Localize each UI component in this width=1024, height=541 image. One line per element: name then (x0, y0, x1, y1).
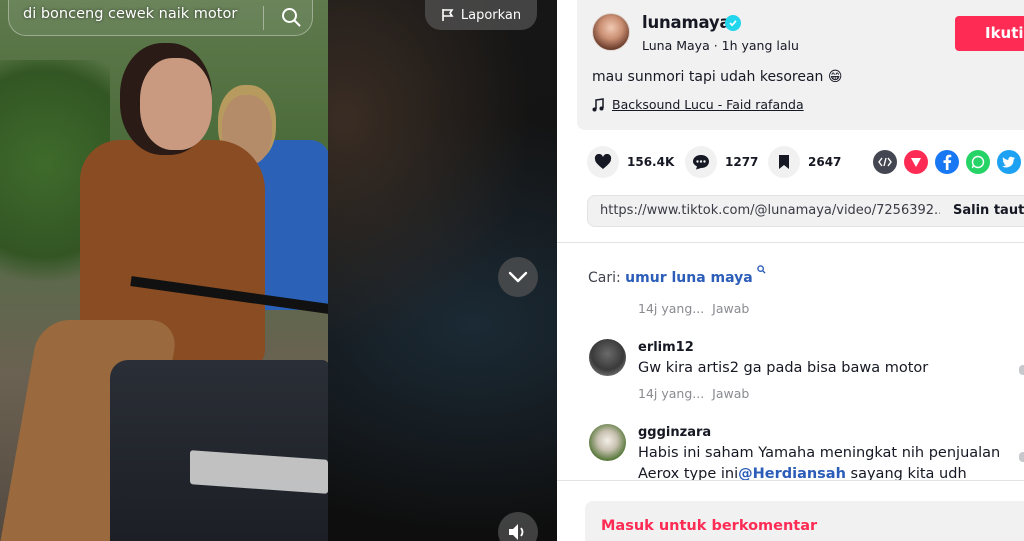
report-button[interactable]: Laporkan (425, 0, 537, 30)
twitter-icon[interactable] (997, 150, 1021, 174)
suggested-search: Cari: umur luna maya (588, 265, 766, 286)
comment-text: Gw kira artis2 ga pada bisa bawa motor (638, 360, 929, 376)
like-button[interactable]: 156.4K (587, 146, 674, 178)
reply-button[interactable]: Jawab (712, 386, 749, 401)
flag-icon (442, 9, 454, 21)
like-count: 156.4K (627, 155, 675, 169)
bookmark-icon (768, 146, 800, 178)
post-time: 1h yang lalu (721, 38, 799, 53)
comment-icon (685, 146, 717, 178)
share-link-url[interactable]: https://www.tiktok.com/@lunamaya/video/7… (600, 203, 940, 218)
comment-avatar[interactable] (589, 424, 626, 461)
chevron-down-icon (508, 271, 528, 283)
section-divider (557, 242, 1024, 243)
author-username[interactable]: lunamaya (642, 13, 731, 32)
report-label: Laporkan (460, 7, 522, 23)
post-caption: mau sunmori tapi udah kesorean 😁 (592, 69, 843, 85)
search-input[interactable]: di bonceng cewek naik motor (23, 6, 237, 22)
search-icon (757, 265, 766, 274)
comment-meta: 14j yang... Jawab (638, 386, 749, 401)
comment-username[interactable]: erlim12 (638, 340, 694, 355)
search-bar[interactable]: di bonceng cewek naik motor (8, 0, 313, 36)
author-subline: Luna Maya · 1h yang lalu (642, 38, 799, 53)
suggested-search-label: Cari: (588, 270, 621, 286)
verified-icon (725, 15, 741, 31)
login-to-comment-link[interactable]: Masuk untuk berkomentar (601, 518, 817, 534)
author-avatar[interactable] (592, 13, 630, 51)
save-button[interactable]: 2647 (768, 146, 841, 178)
comment-button[interactable]: 1277 (685, 146, 758, 178)
whatsapp-icon[interactable] (966, 150, 990, 174)
copy-link-button[interactable]: Salin tautan (953, 203, 1024, 218)
comment-username[interactable]: ggginzara (638, 425, 711, 440)
comment-avatar[interactable] (589, 339, 626, 376)
video-motorbike (110, 360, 328, 541)
author-nickname: Luna Maya (642, 38, 710, 53)
embed-icon[interactable] (873, 150, 897, 174)
comment-meta: 14j yang... Jawab (638, 301, 749, 316)
video-person-head (140, 58, 212, 150)
send-icon[interactable] (904, 150, 928, 174)
comment-like-icon[interactable] (1019, 365, 1024, 375)
action-bar: 156.4K 1277 2647 (587, 146, 1024, 178)
comment-count: 1277 (725, 155, 759, 169)
next-video-button[interactable] (498, 257, 538, 297)
comment-like-icon[interactable] (1019, 452, 1024, 462)
search-button[interactable] (273, 3, 309, 31)
comment-text: Habis ini saham Yamaha meningkat nih pen… (638, 445, 1001, 461)
comment-time: 14j yang... (638, 301, 705, 316)
reply-button[interactable]: Jawab (712, 301, 749, 316)
video-player[interactable]: di bonceng cewek naik motor Laporkan (0, 0, 557, 541)
save-count: 2647 (808, 155, 842, 169)
heart-icon (587, 146, 619, 178)
video-person-blue-jacket (255, 140, 328, 310)
login-to-comment-box[interactable]: Masuk untuk berkomentar (585, 501, 1024, 541)
comment-footer: Masuk untuk berkomentar (557, 480, 1024, 541)
music-note-icon (592, 97, 604, 111)
video-frame[interactable] (0, 0, 328, 541)
details-panel: lunamaya Luna Maya · 1h yang lalu Ikuti … (557, 0, 1024, 541)
follow-button[interactable]: Ikuti (955, 16, 1024, 51)
volume-icon (509, 524, 524, 540)
search-divider (263, 6, 264, 30)
subline-separator: · (709, 38, 722, 53)
search-icon (282, 8, 301, 27)
facebook-icon[interactable] (935, 150, 959, 174)
music-link[interactable]: Backsound Lucu - Faid rafanda (612, 97, 804, 112)
author-card: lunamaya Luna Maya · 1h yang lalu Ikuti … (577, 0, 1024, 130)
comment-time: 14j yang... (638, 386, 705, 401)
suggested-search-link[interactable]: umur luna maya (625, 270, 753, 286)
share-link-box: https://www.tiktok.com/@lunamaya/video/7… (587, 195, 1024, 227)
music-row: Backsound Lucu - Faid rafanda (592, 97, 804, 112)
